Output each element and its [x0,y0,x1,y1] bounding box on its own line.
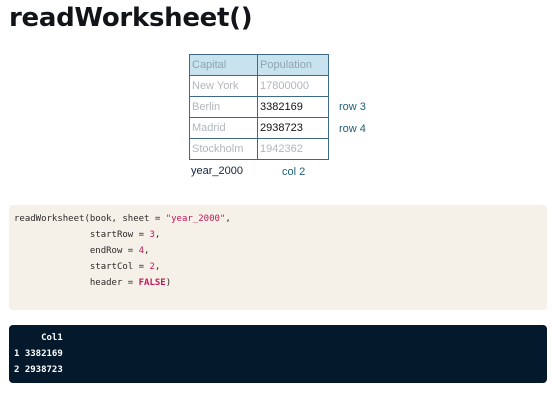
row-3-annotation: row 3 [339,101,366,113]
column-header-capital: Capital [189,54,258,76]
table-cell-selected: 3382169 [257,96,329,118]
table-row: Berlin 3382169 [189,96,329,118]
console-output: Col1 1 3382169 2 2938723 [9,325,547,383]
page-title: readWorksheet() [9,3,253,33]
output-row: 2 2938723 [14,365,63,375]
code-string: "year_2000" [165,214,226,224]
table-cell: Madrid [189,117,258,139]
code-text: readWorksheet(book, sheet = "year_2000",… [14,214,231,288]
code-block: readWorksheet(book, sheet = "year_2000",… [9,205,547,310]
table-cell: 1942362 [257,138,329,160]
table-cell: Stockholm [189,138,258,160]
output-row: 1 3382169 [14,349,63,359]
table-row: Madrid 2938723 [189,117,329,139]
worksheet-table: Capital Population New York 17800000 Ber… [189,54,329,160]
row-4-annotation: row 4 [339,123,366,135]
code-keyword: FALSE [138,278,166,288]
table-row: New York 17800000 [189,75,329,97]
table-cell: 17800000 [257,75,329,97]
output-text: Col1 1 3382169 2 2938723 [9,325,547,384]
table-cell-selected: 2938723 [257,117,329,139]
table-cell: New York [189,75,258,97]
table-cell: Berlin [189,96,258,118]
table-header-row: Capital Population [189,54,329,76]
sheet-name-label: year_2000 [191,165,243,177]
output-header: Col1 [14,333,63,343]
column-header-population: Population [257,54,329,76]
col-2-annotation: col 2 [282,166,306,178]
table-row: Stockholm 1942362 [189,138,329,160]
